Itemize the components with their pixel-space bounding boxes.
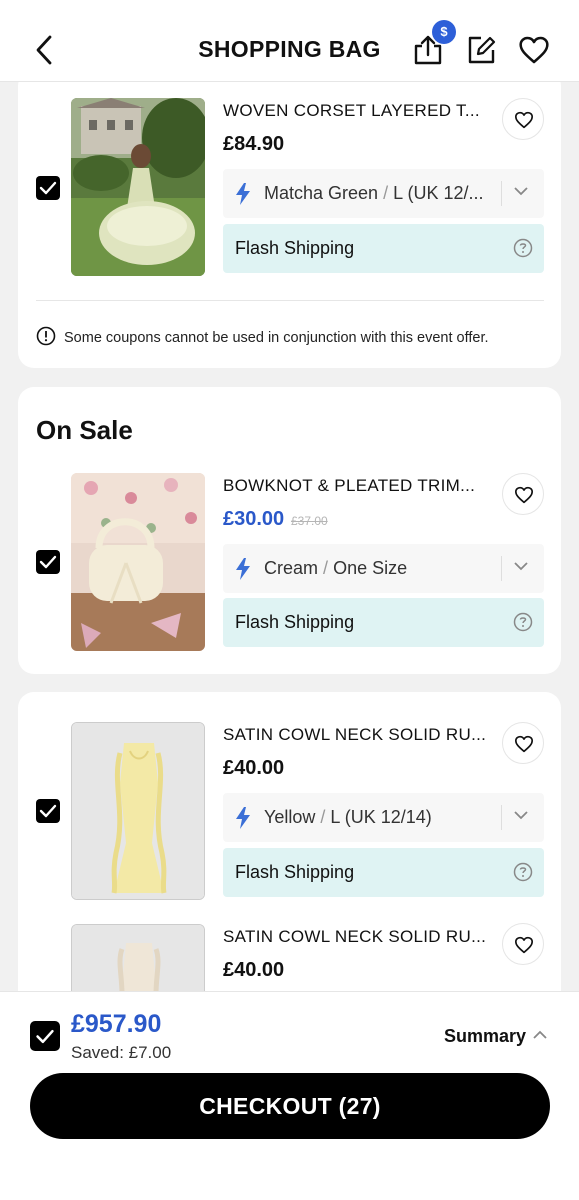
wishlist-button[interactable] — [502, 98, 544, 140]
summary-toggle[interactable]: Summary — [444, 1026, 526, 1047]
wishlist-button[interactable] — [502, 923, 544, 965]
shipping-label: Flash Shipping — [235, 612, 355, 632]
heart-icon — [514, 111, 533, 129]
chevron-down-icon — [514, 187, 528, 196]
total-price: £957.90 — [71, 1010, 162, 1038]
product-name[interactable]: SATIN COWL NECK SOLID RU... — [223, 725, 486, 745]
variant-text: Matcha Green / L (UK 12/... — [264, 183, 484, 203]
variant-selector[interactable]: Matcha Green / L (UK 12/... — [223, 169, 544, 218]
lightning-icon — [236, 558, 250, 580]
product-price: £84.90 — [223, 133, 285, 155]
heart-icon — [514, 936, 533, 954]
variant-selector[interactable]: Yellow / L (UK 12/14) — [223, 793, 544, 842]
chevron-down-icon — [514, 811, 528, 820]
share-reward-badge: $ — [432, 20, 456, 44]
top-bar: SHOPPING BAG — [0, 0, 579, 82]
item-checkbox[interactable] — [36, 176, 60, 200]
shipping-label: Flash Shipping — [235, 238, 355, 258]
divider — [501, 556, 502, 581]
divider — [501, 805, 502, 830]
edit-icon[interactable] — [465, 34, 497, 66]
section-title: On Sale — [36, 415, 133, 445]
shipping-info: Flash Shipping — [223, 848, 544, 897]
heart-icon — [514, 486, 533, 504]
shipping-info: Flash Shipping — [223, 224, 544, 273]
select-all-checkbox[interactable] — [30, 1021, 60, 1051]
shipping-info: Flash Shipping — [223, 598, 544, 647]
shipping-label: Flash Shipping — [235, 862, 355, 882]
help-icon[interactable] — [513, 862, 533, 882]
product-name[interactable]: SATIN COWL NECK SOLID RU... — [223, 927, 486, 947]
variant-selector[interactable]: Cream / One Size — [223, 544, 544, 593]
warning-icon — [36, 326, 56, 346]
product-image[interactable] — [71, 98, 205, 276]
product-image[interactable] — [71, 473, 205, 651]
lightning-icon — [236, 807, 250, 829]
item-checkbox[interactable] — [36, 799, 60, 823]
checkout-button[interactable]: CHECKOUT (27) — [30, 1073, 550, 1139]
lightning-icon — [236, 183, 250, 205]
wishlist-button[interactable] — [502, 722, 544, 764]
original-price: £37.00 — [291, 514, 328, 528]
product-price: £40.00 — [223, 959, 285, 981]
product-image[interactable] — [71, 722, 205, 900]
wishlist-button[interactable] — [502, 473, 544, 515]
chevron-down-icon — [514, 562, 528, 571]
divider — [501, 181, 502, 206]
on-sale-card: On Sale BOWKNOT & PLEATED TRIM... £30.00… — [18, 387, 561, 674]
help-icon[interactable] — [513, 238, 533, 258]
saved-amount: Saved: £7.00 — [71, 1043, 172, 1062]
heart-icon — [514, 735, 533, 753]
divider — [36, 300, 544, 301]
product-name[interactable]: WOVEN CORSET LAYERED T... — [223, 101, 480, 121]
help-icon[interactable] — [513, 612, 533, 632]
item-checkbox[interactable] — [36, 550, 60, 574]
cart-card-1: WOVEN CORSET LAYERED T... £84.90 Matcha … — [18, 70, 561, 368]
coupon-notice: Some coupons cannot be used in conjuncti… — [36, 326, 489, 346]
product-price: £40.00 — [223, 757, 285, 779]
variant-text: Yellow / L (UK 12/14) — [264, 807, 432, 827]
cart-card-3: SATIN COWL NECK SOLID RU... £40.00 Yello… — [18, 692, 561, 1034]
product-name[interactable]: BOWKNOT & PLEATED TRIM... — [223, 476, 475, 496]
checkout-bar: £957.90 Saved: £7.00 Summary CHECKOUT (2… — [0, 991, 579, 1200]
variant-text: Cream / One Size — [264, 558, 408, 578]
notice-text: Some coupons cannot be used in conjuncti… — [64, 330, 489, 346]
wishlist-heart-icon[interactable] — [518, 34, 550, 66]
product-price: £30.00 — [223, 508, 285, 530]
chevron-up-icon[interactable] — [532, 1029, 548, 1041]
